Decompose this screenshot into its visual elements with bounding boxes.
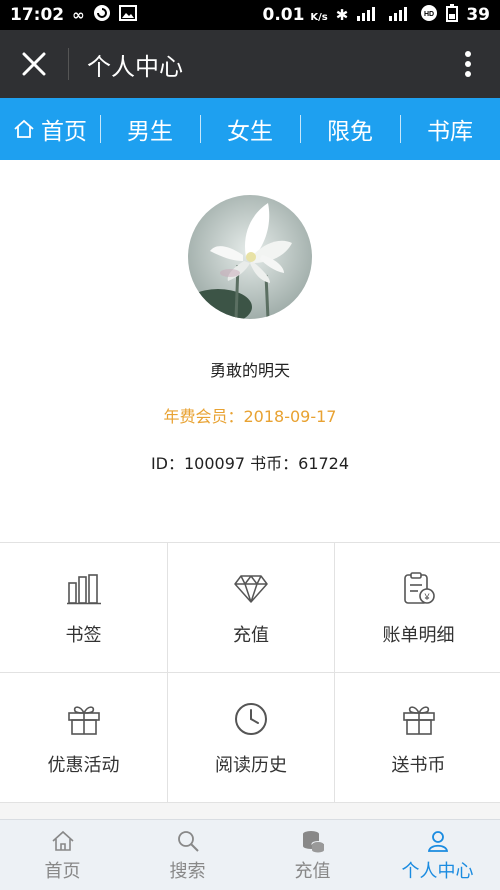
grid-item-bill[interactable]: ¥ 账单明细 [335,543,500,672]
nav-item-female[interactable]: 女生 [200,98,300,160]
battery-icon [446,3,459,27]
tab-search[interactable]: 搜索 [125,820,250,890]
title-divider [68,48,69,80]
gift-icon [401,699,437,739]
diamond-icon [233,569,269,609]
grid-item-promotions[interactable]: 优惠活动 [0,673,167,802]
search-icon [176,827,200,855]
tab-label: 搜索 [169,861,206,882]
title-bar: 个人中心 [0,30,500,98]
nav-item-label: 男生 [127,119,173,145]
grid-item-label: 阅读历史 [215,754,287,776]
nav-item-label: 女生 [227,119,273,145]
gift-icon [66,699,102,739]
nav-item-label: 限免 [327,119,373,145]
nav-item-free[interactable]: 限免 [300,98,400,160]
vip-expiry: 年费会员：2018-09-17 [163,407,337,426]
tab-label: 个人中心 [401,861,474,882]
battery-level: 39 [466,5,490,25]
signal-icon [356,5,380,26]
home-icon [14,119,34,138]
grid-item-send-coins[interactable]: 送书币 [335,673,500,802]
close-button[interactable] [0,30,68,98]
category-nav: 首页 男生 女生 限免 书库 [0,98,500,160]
avatar[interactable] [188,195,312,319]
function-grid: 书签 充值 ¥ 账单明细 优惠活动 阅读历史 送书币 [0,542,500,803]
coins-icon [300,827,326,855]
tab-home[interactable]: 首页 [0,820,125,890]
bottom-tab-bar: 首页 搜索 充值 个人中心 [0,819,500,890]
grid-item-recharge[interactable]: 充值 [168,543,334,672]
tab-profile[interactable]: 个人中心 [375,820,500,890]
more-vertical-icon [465,51,471,77]
nav-item-label: 首页 [41,119,87,145]
nickname: 勇敢的明天 [209,361,290,380]
nav-item-home[interactable]: 首页 [0,98,100,160]
more-menu-button[interactable] [450,30,486,98]
grid-item-history[interactable]: 阅读历史 [168,673,334,802]
user-icon [426,827,450,855]
profile-section: 勇敢的明天 年费会员：2018-09-17 ID：100097 书币：61724 [0,160,500,542]
app-notification-icon [93,4,111,27]
tab-recharge[interactable]: 充值 [250,820,375,890]
page-title: 个人中心 [87,52,183,81]
grid-item-label: 书签 [65,624,102,646]
network-speed: 0.01 K/s [262,5,328,25]
svg-text:HD: HD [424,11,434,18]
signal-4g-icon [388,5,412,26]
bluetooth-icon: ✱ [335,6,349,24]
tab-label: 充值 [294,861,331,882]
home-icon [51,827,75,855]
bookshelf-icon [66,569,101,609]
grid-item-bookmarks[interactable]: 书签 [0,543,167,672]
hd-icon: HD [420,4,438,27]
user-id-balance: ID：100097 书币：61724 [150,454,350,473]
status-time: 17:02 [10,5,65,25]
bill-icon: ¥ [402,569,436,609]
svg-text:¥: ¥ [423,592,430,602]
clock-icon [233,699,269,739]
status-bar: 17:02 ∞ 0.01 K/s ✱ HD 39 [0,0,500,30]
nav-item-male[interactable]: 男生 [100,98,200,160]
tab-label: 首页 [44,861,81,882]
nav-item-library[interactable]: 书库 [400,98,500,160]
image-notification-icon [118,4,137,26]
close-icon [22,52,46,76]
grid-item-label: 优惠活动 [47,754,120,776]
grid-item-label: 账单明细 [382,624,455,646]
grid-item-label: 充值 [233,624,269,646]
infinity-icon: ∞ [72,6,85,24]
grid-item-label: 送书币 [391,754,446,776]
nav-item-label: 书库 [427,119,473,145]
